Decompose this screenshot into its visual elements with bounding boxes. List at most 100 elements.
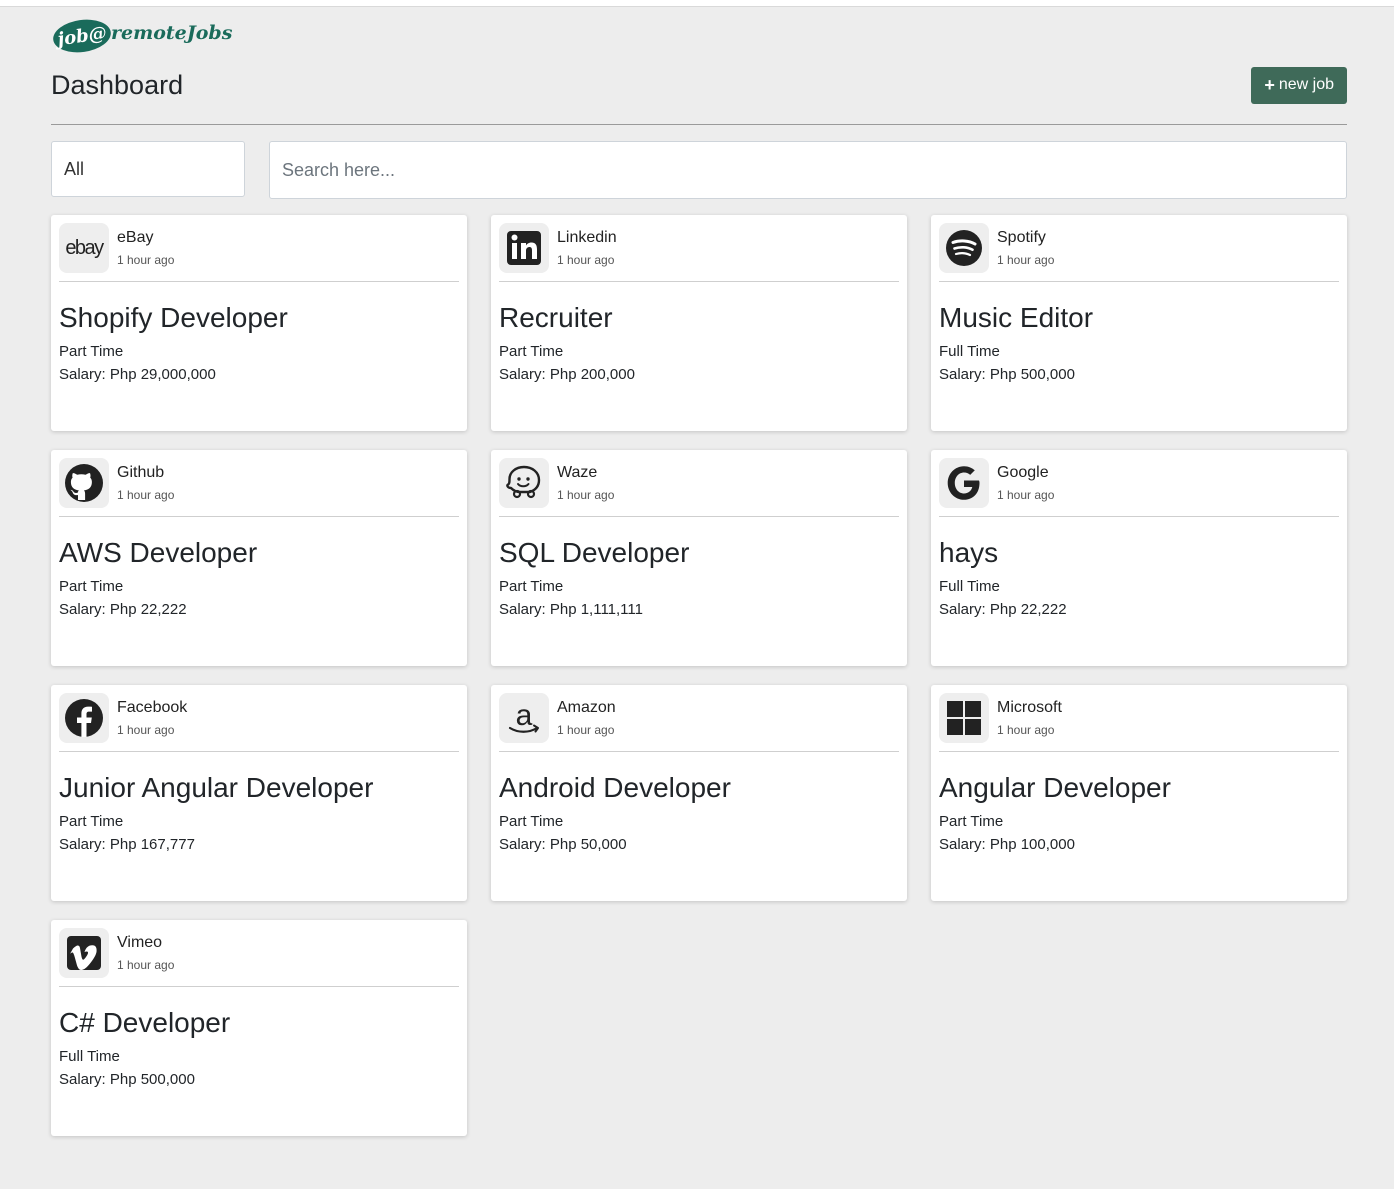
job-title[interactable]: Music Editor	[939, 302, 1339, 334]
company-name: Microsoft	[997, 699, 1062, 716]
job-type: Part Time	[499, 813, 564, 830]
posted-time: 1 hour ago	[997, 723, 1055, 737]
top-bar	[0, 0, 1394, 7]
company-name: eBay	[117, 229, 154, 246]
svg-text:ebay: ebay	[65, 237, 104, 259]
job-card-header: Google 1 hour ago	[939, 458, 1339, 517]
posted-time: 1 hour ago	[997, 253, 1055, 267]
job-salary: Salary: Php 200,000	[499, 366, 635, 383]
job-card-header: Microsoft 1 hour ago	[939, 693, 1339, 752]
job-salary: Salary: Php 50,000	[499, 836, 627, 853]
job-title[interactable]: C# Developer	[59, 1007, 459, 1039]
job-card[interactable]: Google 1 hour ago hays Full Time Salary: Php…	[931, 450, 1347, 666]
job-title[interactable]: Recruiter	[499, 302, 899, 334]
job-type: Part Time	[499, 578, 564, 595]
posted-time: 1 hour ago	[997, 488, 1055, 502]
job-type: Full Time	[939, 578, 1000, 595]
job-type: Full Time	[939, 343, 1000, 360]
job-type: Part Time	[59, 578, 124, 595]
job-type: Part Time	[499, 343, 564, 360]
company-name: Vimeo	[117, 934, 163, 951]
job-card[interactable]: Spotify 1 hour ago Music Editor Full Time Sa…	[931, 215, 1347, 431]
job-card[interactable]: a Amazon 1 hour ago Android Developer Part T…	[491, 685, 907, 901]
job-title[interactable]: Shopify Developer	[59, 302, 459, 334]
page-title: Dashboard	[51, 69, 184, 100]
posted-time: 1 hour ago	[557, 488, 615, 502]
job-card-header: Facebook 1 hour ago	[59, 693, 459, 752]
job-grid: ebay eBay 1 hour ago Shopify Developer Part …	[51, 215, 1347, 1136]
company-info: Spotify 1 hour ago	[997, 223, 1054, 267]
vimeo-logo-icon	[59, 928, 109, 978]
job-card-header: Spotify 1 hour ago	[939, 223, 1339, 282]
company-info: Waze 1 hour ago	[557, 458, 614, 502]
job-card[interactable]: Github 1 hour ago AWS Developer Part Time Sa…	[51, 450, 467, 666]
job-card[interactable]: Facebook 1 hour ago Junior Angular Develop…	[51, 685, 467, 901]
plus-icon: +	[1264, 74, 1275, 95]
search-input[interactable]	[269, 141, 1347, 199]
job-card-header: Github 1 hour ago	[59, 458, 459, 517]
linkedin-logo-icon	[499, 223, 549, 273]
job-title[interactable]: Junior Angular Developer	[59, 772, 459, 804]
company-info: eBay 1 hour ago	[117, 223, 174, 267]
posted-time: 1 hour ago	[117, 723, 175, 737]
job-card-header: Linkedin 1 hour ago	[499, 223, 899, 282]
header-divider	[51, 124, 1347, 125]
job-salary: Salary: Php 500,000	[59, 1071, 195, 1088]
posted-time: 1 hour ago	[557, 723, 615, 737]
job-salary: Salary: Php 167,777	[59, 836, 195, 853]
spotify-logo-icon	[939, 223, 989, 273]
google-logo-icon	[939, 458, 989, 508]
job-type-select[interactable]: All	[51, 141, 245, 197]
job-card[interactable]: ebay eBay 1 hour ago Shopify Developer Part …	[51, 215, 467, 431]
posted-time: 1 hour ago	[117, 488, 175, 502]
job-title[interactable]: SQL Developer	[499, 537, 899, 569]
main-container: job@ remoteJobs Dashboard + new job All …	[51, 16, 1347, 1136]
job-card[interactable]: Linkedin 1 hour ago Recruiter Part Time Sala…	[491, 215, 907, 431]
ebay-logo-icon: ebay	[59, 223, 109, 273]
job-card-header: Vimeo 1 hour ago	[59, 928, 459, 987]
job-title[interactable]: Android Developer	[499, 772, 899, 804]
svg-text:a: a	[516, 699, 533, 732]
brand-text: remoteJobs	[111, 22, 233, 44]
new-job-label: new job	[1278, 76, 1334, 93]
posted-time: 1 hour ago	[117, 958, 175, 972]
company-name: Waze	[557, 464, 598, 481]
company-info: Vimeo 1 hour ago	[117, 928, 174, 972]
amazon-logo-icon: a	[499, 693, 549, 743]
company-name: Linkedin	[557, 229, 617, 246]
company-info: Linkedin 1 hour ago	[557, 223, 617, 267]
company-name: Github	[117, 464, 165, 481]
job-salary: Salary: Php 500,000	[939, 366, 1075, 383]
company-name: Google	[997, 464, 1049, 481]
job-card-header: ebay eBay 1 hour ago	[59, 223, 459, 282]
waze-logo-icon	[499, 458, 549, 508]
job-title[interactable]: hays	[939, 537, 1339, 569]
job-salary: Salary: Php 29,000,000	[59, 366, 216, 383]
brand-oval: job@	[51, 16, 113, 56]
company-info: Github 1 hour ago	[117, 458, 174, 502]
brand-logo[interactable]: job@ remoteJobs	[51, 16, 1347, 56]
job-type-select-value: All	[64, 158, 85, 179]
posted-time: 1 hour ago	[117, 253, 175, 267]
job-salary: Salary: Php 1,111,111	[499, 601, 643, 618]
job-type: Part Time	[59, 343, 124, 360]
company-name: Facebook	[117, 699, 188, 716]
job-title[interactable]: AWS Developer	[59, 537, 459, 569]
company-info: Amazon 1 hour ago	[557, 693, 616, 737]
job-salary: Salary: Php 22,222	[939, 601, 1067, 618]
job-title[interactable]: Angular Developer	[939, 772, 1339, 804]
company-info: Facebook 1 hour ago	[117, 693, 187, 737]
job-type: Full Time	[59, 1048, 120, 1065]
new-job-button[interactable]: + new job	[1251, 66, 1347, 104]
job-salary: Salary: Php 22,222	[59, 601, 187, 618]
company-info: Google 1 hour ago	[997, 458, 1054, 502]
job-card[interactable]: Waze 1 hour ago SQL Developer Part Time Sala…	[491, 450, 907, 666]
github-logo-icon	[59, 458, 109, 508]
facebook-logo-icon	[59, 693, 109, 743]
page-header: Dashboard + new job	[51, 65, 1347, 105]
job-card-header: Waze 1 hour ago	[499, 458, 899, 517]
job-card[interactable]: Microsoft 1 hour ago Angular Developer Part…	[931, 685, 1347, 901]
job-card[interactable]: Vimeo 1 hour ago C# Developer Full Time Sala…	[51, 920, 467, 1136]
job-type: Part Time	[59, 813, 124, 830]
filter-bar: All	[51, 141, 1347, 199]
